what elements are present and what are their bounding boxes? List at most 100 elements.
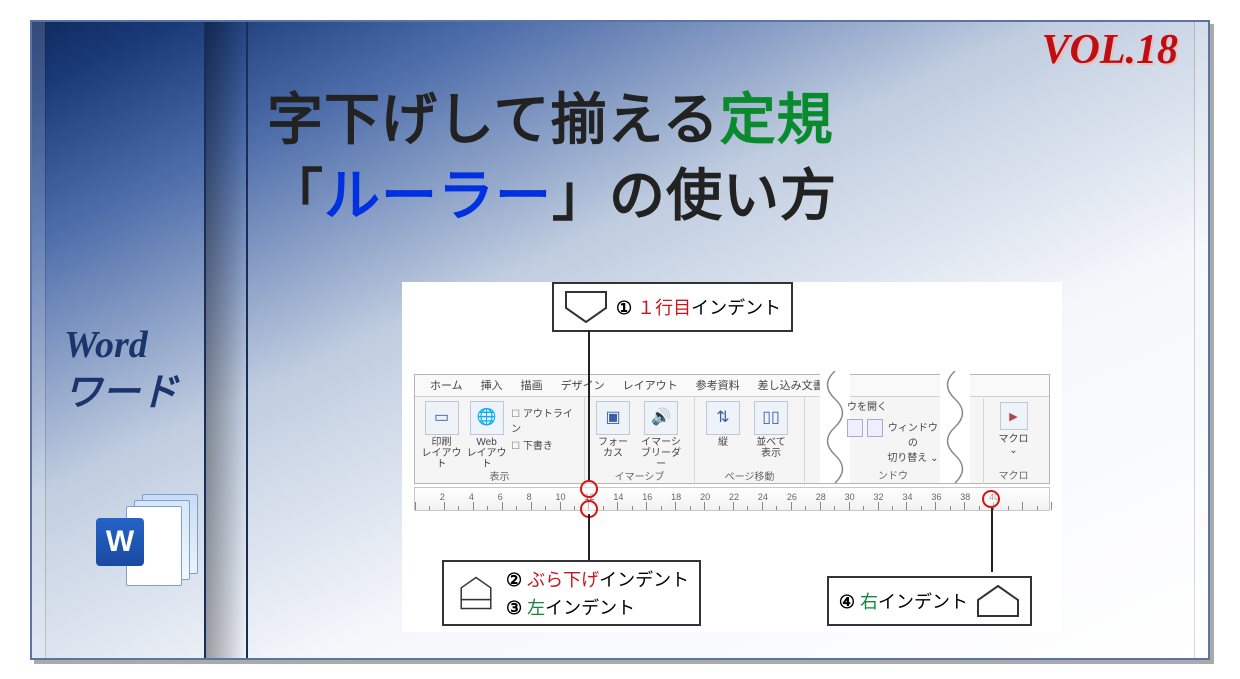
ruler-number: 26 <box>787 492 797 502</box>
vertical-icon: ⇅ <box>706 401 740 435</box>
btn-vertical[interactable]: ⇅縦 <box>701 401 745 448</box>
callout3-rest: インデント <box>545 598 635 618</box>
right-indent-icon <box>976 584 1020 618</box>
ruler-tick <box>1008 506 1009 510</box>
macro-btn-label[interactable]: マクロ ⌄ <box>984 430 1043 456</box>
group-immersive: ▣フォー カス 🔊イマーシ ブリーダー イマーシブ <box>585 397 695 485</box>
ruler-tick <box>617 502 618 510</box>
hanging-indent-icon <box>454 576 498 610</box>
ruler-tick <box>704 502 705 510</box>
main-headline: 字下げして揃える定規 「ルーラー」の使い方 <box>267 82 837 233</box>
tab-home[interactable]: ホーム <box>421 375 472 397</box>
ruler-tick <box>906 502 907 510</box>
headline-accent2: ルーラー <box>324 164 552 227</box>
btn-print-layout-label: 印刷 レイアウト <box>422 437 462 470</box>
leader-line-top <box>588 330 590 480</box>
callout1-rest: インデント <box>691 298 781 318</box>
ruler-number: 16 <box>642 492 652 502</box>
ruler-tick <box>820 502 821 510</box>
ruler-tick <box>805 506 806 510</box>
headline-accent1: 定規 <box>720 88 834 151</box>
ruler-tick <box>921 506 922 510</box>
ruler-tick <box>473 502 474 510</box>
side-by-side-icon: ▯▯ <box>754 401 788 435</box>
btn-focus[interactable]: ▣フォー カス <box>591 401 635 459</box>
callout1-num: ① <box>616 298 632 318</box>
horizontal-ruler[interactable]: 246810121416182022242628303234363840 <box>414 487 1050 511</box>
draft-option[interactable]: 下書き <box>511 437 578 452</box>
window-split-icon[interactable] <box>847 419 863 437</box>
callout-first-line-indent: ① １行目インデント <box>552 282 793 332</box>
right-indent-handle-circle <box>982 490 1000 508</box>
btn-web-layout[interactable]: 🌐Web レイアウト <box>466 401 507 470</box>
headline-part2b: 」の使い方 <box>552 164 837 227</box>
btn-side-by-side[interactable]: ▯▯並べて 表示 <box>749 401 793 459</box>
word-w-badge: W <box>96 518 144 566</box>
outline-option[interactable]: アウトライン <box>511 405 578 435</box>
ruler-number: 6 <box>498 492 503 502</box>
focus-icon: ▣ <box>596 401 630 435</box>
ruler-number: 10 <box>556 492 566 502</box>
ruler-number: 32 <box>874 492 884 502</box>
side-product-label: Word ワード <box>64 322 178 417</box>
ruler-number: 28 <box>816 492 826 502</box>
tab-layout[interactable]: レイアウト <box>614 375 687 397</box>
first-line-indent-icon <box>564 290 608 324</box>
ruler-tick <box>849 502 850 510</box>
ruler-tick <box>574 506 575 510</box>
first-line-indent-handle-circle <box>580 480 598 498</box>
side-label-en: Word <box>64 322 178 370</box>
tab-insert[interactable]: 挿入 <box>472 375 512 397</box>
ruler-number: 38 <box>960 492 970 502</box>
ruler-tick <box>762 502 763 510</box>
tab-design[interactable]: デザイン <box>552 375 614 397</box>
word-ribbon: ホーム 挿入 描画 デザイン レイアウト 参考資料 差し込み文書 ▭印刷 レイア… <box>414 374 1050 484</box>
switch-windows[interactable]: ウィンドウの 切り替え ⌄ <box>887 419 939 464</box>
btn-focus-label: フォー カス <box>598 437 628 459</box>
macro-icon[interactable]: ▶ <box>1000 402 1028 430</box>
headline-part1: 字下げして揃える <box>267 88 720 151</box>
ruler-tick <box>878 502 879 510</box>
web-layout-icon: 🌐 <box>470 401 504 435</box>
word-logo: W <box>96 490 196 590</box>
tab-draw[interactable]: 描画 <box>512 375 552 397</box>
ruler-tick <box>834 506 835 510</box>
ruler-tick <box>516 506 517 510</box>
window-arrange-icon[interactable] <box>867 419 883 437</box>
tab-references[interactable]: 参考資料 <box>687 375 749 397</box>
callout3-num: ③ <box>506 598 522 618</box>
group-pagemove: ⇅縦 ▯▯並べて 表示 ページ移動 <box>695 397 805 485</box>
page-fold-line <box>204 22 206 658</box>
callout1-accent: １行目 <box>637 298 691 318</box>
volume-label: VOL.18 <box>1042 26 1179 74</box>
ruler-tick <box>502 502 503 510</box>
view-mini-list: アウトライン 下書き <box>511 401 578 452</box>
ruler-tick <box>1022 502 1023 510</box>
ruler-tick <box>690 506 691 510</box>
btn-immersive-reader[interactable]: 🔊イマーシ ブリーダー <box>639 401 683 470</box>
ruler-number: 2 <box>440 492 445 502</box>
ruler-tick <box>791 502 792 510</box>
tutorial-card: VOL.18 字下げして揃える定規 「ルーラー」の使い方 Word ワード W … <box>30 20 1210 660</box>
group-view: ▭印刷 レイアウト 🌐Web レイアウト アウトライン 下書き 表示 <box>415 397 585 485</box>
ruler-tick <box>747 506 748 510</box>
callout3-accent: 左 <box>527 598 545 618</box>
ruler-ticks: 246810121416182022242628303234363840 <box>415 488 1049 510</box>
ruler-number: 4 <box>469 492 474 502</box>
ruler-tick <box>1037 506 1038 510</box>
ruler-tick <box>675 502 676 510</box>
group-window: ウを開く ウィンドウの 切り替え ⌄ ンドウ <box>847 398 939 484</box>
ruler-number: 30 <box>845 492 855 502</box>
ruler-number: 22 <box>729 492 739 502</box>
leader-line-bottom-right <box>991 508 993 572</box>
ruler-tick <box>458 506 459 510</box>
explanation-inset: ① １行目インデント ホーム 挿入 描画 デザイン レイアウト 参考資料 差し込… <box>402 282 1062 632</box>
ruler-tick <box>950 506 951 510</box>
group-view-label: 表示 <box>415 468 584 483</box>
btn-print-layout[interactable]: ▭印刷 レイアウト <box>421 401 462 470</box>
ruler-number: 36 <box>931 492 941 502</box>
open-window-fragment[interactable]: ウを開く <box>847 398 939 413</box>
ruler-tick <box>444 502 445 510</box>
group-macro: ▶ マクロ ⌄ マクロ <box>983 398 1043 484</box>
callout4-num: ④ <box>839 592 855 612</box>
